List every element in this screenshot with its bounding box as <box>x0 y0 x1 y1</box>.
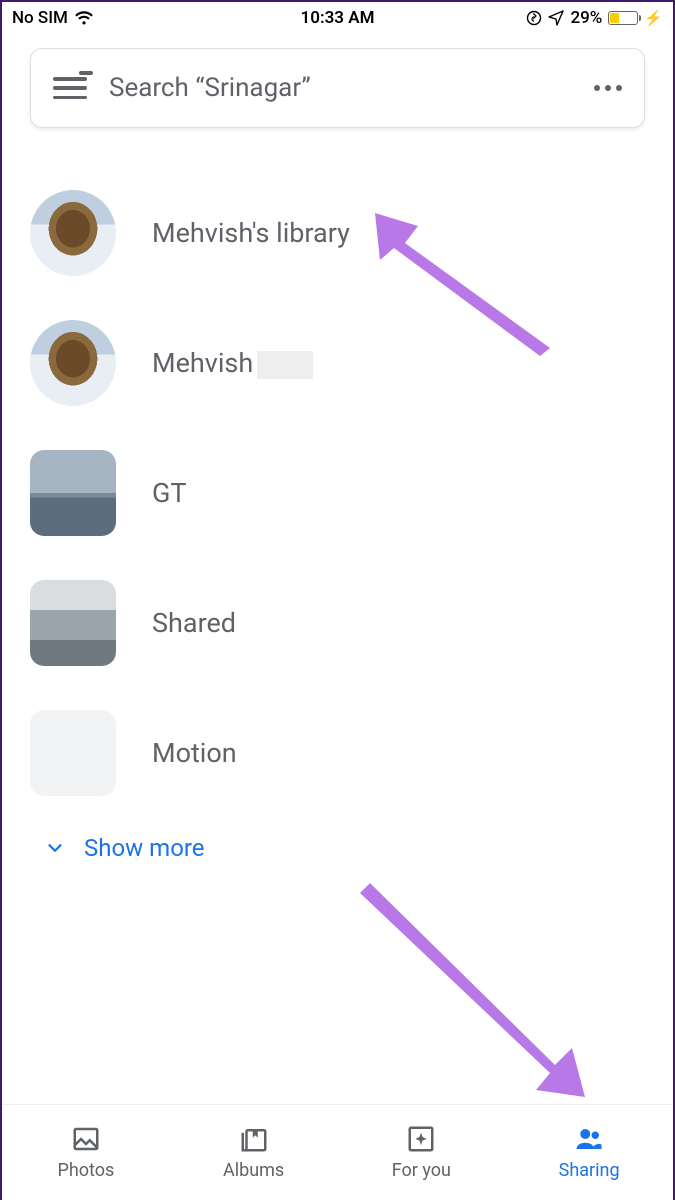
list-item[interactable]: Shared <box>30 558 645 688</box>
list-item-label: Shared <box>152 607 236 639</box>
location-icon <box>548 10 564 26</box>
carrier-text: No SIM <box>12 8 68 28</box>
tab-label: Photos <box>57 1160 114 1181</box>
tab-label: Albums <box>223 1160 284 1181</box>
tab-sharing[interactable]: Sharing <box>505 1105 673 1200</box>
list-item-label: Mehvish's library <box>152 217 350 249</box>
avatar <box>30 320 116 406</box>
redacted-text <box>257 351 313 379</box>
tab-label: Sharing <box>559 1160 620 1181</box>
charging-icon: ⚡ <box>644 9 663 27</box>
for-you-icon <box>406 1124 436 1154</box>
album-thumbnail <box>30 450 116 536</box>
status-time: 10:33 AM <box>301 8 375 28</box>
tab-for-you[interactable]: For you <box>338 1105 506 1200</box>
battery-percent: 29% <box>570 8 602 28</box>
album-thumbnail <box>30 710 116 796</box>
albums-icon <box>239 1124 269 1154</box>
list-item[interactable]: Motion <box>30 688 645 818</box>
chevron-down-icon <box>44 837 66 859</box>
search-bar-container: Search “Srinagar” <box>2 34 673 138</box>
status-left: No SIM <box>12 8 94 28</box>
sharing-icon <box>574 1124 604 1154</box>
tab-albums[interactable]: Albums <box>170 1105 338 1200</box>
tab-label: For you <box>392 1160 451 1181</box>
list-item-label: Motion <box>152 737 237 769</box>
show-more-label: Show more <box>84 834 205 862</box>
sharing-list: Mehvish's library Mehvish GT Shared Moti… <box>2 138 673 872</box>
hamburger-menu-icon[interactable] <box>53 77 87 99</box>
bottom-nav: Photos Albums For you Sharing <box>2 1104 673 1200</box>
album-thumbnail <box>30 580 116 666</box>
list-item[interactable]: Mehvish <box>30 298 645 428</box>
rotation-lock-icon <box>526 10 542 26</box>
tab-photos[interactable]: Photos <box>2 1105 170 1200</box>
list-item-label: Mehvish <box>152 347 313 379</box>
wifi-icon <box>74 10 94 26</box>
more-options-icon[interactable] <box>594 85 622 91</box>
avatar <box>30 190 116 276</box>
show-more-button[interactable]: Show more <box>30 824 645 872</box>
notification-dot-icon <box>79 71 93 75</box>
search-bar[interactable]: Search “Srinagar” <box>30 48 645 128</box>
list-item[interactable]: Mehvish's library <box>30 168 645 298</box>
list-item-label: GT <box>152 477 187 509</box>
list-item[interactable]: GT <box>30 428 645 558</box>
search-placeholder[interactable]: Search “Srinagar” <box>109 73 572 103</box>
annotation-arrow-icon <box>350 875 600 1105</box>
photos-icon <box>71 1124 101 1154</box>
status-right: 29% ⚡ <box>526 8 663 28</box>
battery-icon <box>608 11 638 25</box>
status-bar: No SIM 10:33 AM 29% ⚡ <box>2 2 673 34</box>
